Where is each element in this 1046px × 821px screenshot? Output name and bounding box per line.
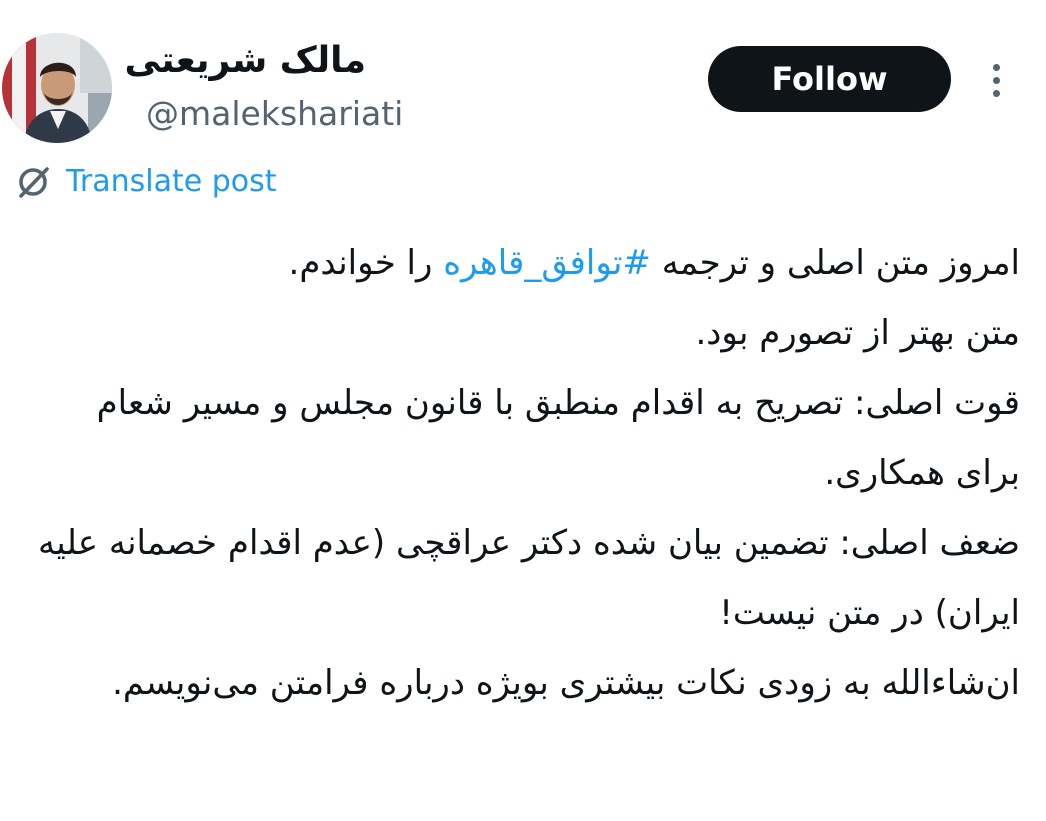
avatar[interactable]: [2, 33, 112, 143]
profile-photo: [2, 33, 112, 143]
translate-post-link[interactable]: Translate post: [14, 160, 277, 204]
post-line: قوت اصلی: تصریح به اقدام منطبق با قانون …: [96, 383, 1020, 493]
post-text-segment: امروز متن اصلی و ترجمه: [650, 243, 1020, 283]
post-line: ان‌شاءالله به زودی نکات بیشتری بویژه درب…: [112, 663, 1020, 703]
display-name[interactable]: مالک شریعتی: [125, 36, 366, 86]
post-text-segment: را خواندم.: [288, 243, 444, 283]
post-line: متن بهتر از تصورم بود.: [695, 313, 1020, 353]
more-vertical-icon: [992, 63, 1000, 71]
follow-button[interactable]: Follow: [708, 46, 951, 112]
translate-globe-icon: [19, 167, 49, 198]
translate-label: Translate post: [66, 164, 277, 199]
more-vertical-icon: [992, 89, 1000, 97]
more-options-button[interactable]: [976, 56, 1016, 104]
more-vertical-icon: [992, 76, 1000, 84]
hashtag-link[interactable]: #توافق_قاهره: [443, 243, 651, 283]
post-text: امروز متن اصلی و ترجمه #توافق_قاهره را خ…: [30, 228, 1020, 718]
post-line: امروز متن اصلی و ترجمه #توافق_قاهره را خ…: [30, 228, 1020, 298]
post-line: ضعف اصلی: تضمین بیان شده دکتر عراقچی (عد…: [38, 523, 1020, 633]
user-handle[interactable]: @malekshariati: [146, 92, 403, 136]
